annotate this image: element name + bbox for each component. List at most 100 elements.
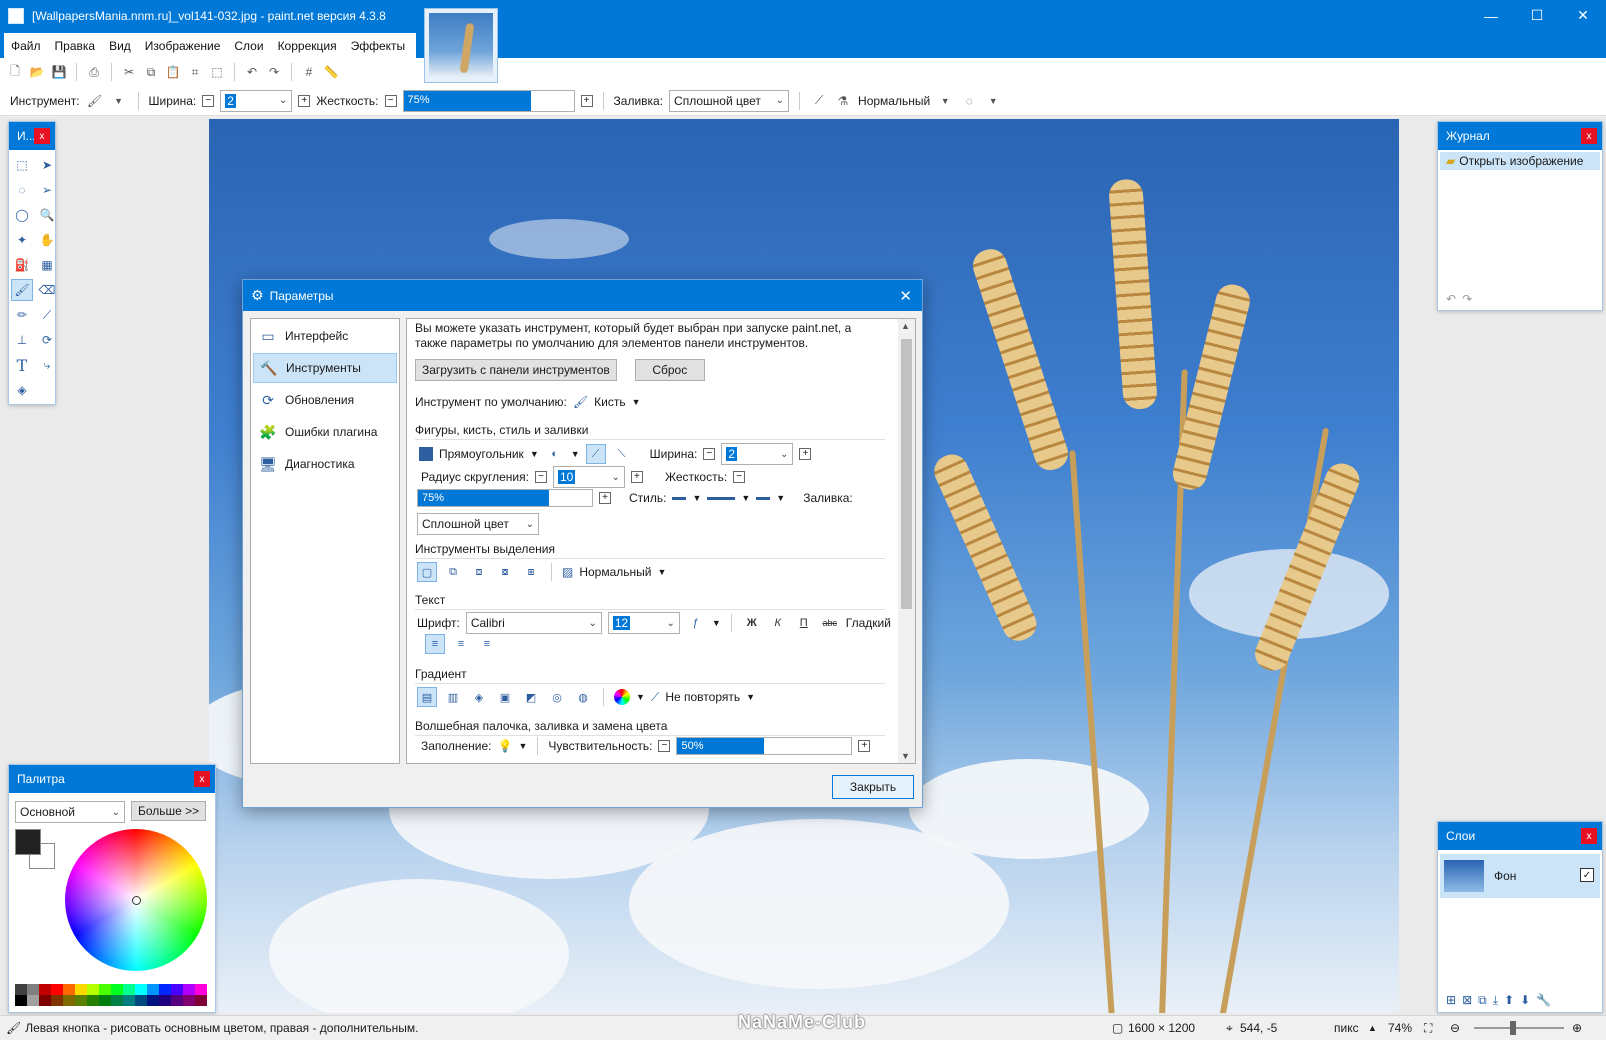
selection-exclude-icon[interactable]: ⧈ xyxy=(469,562,489,582)
shapes-icon[interactable]: ◈ xyxy=(11,379,33,401)
palette-swatch[interactable] xyxy=(51,995,63,1006)
move-layer-up-icon[interactable]: ⬆ xyxy=(1504,993,1514,1008)
underline-button[interactable]: П xyxy=(794,613,814,633)
cut-icon[interactable]: ✂ xyxy=(120,63,138,81)
menu-view[interactable]: Вид xyxy=(102,39,138,53)
blend-mode-icon[interactable]: ⚗ xyxy=(834,92,852,110)
paint-bucket-icon[interactable]: ⛽ xyxy=(11,254,33,276)
chevron-up-icon[interactable]: ▲ xyxy=(1368,1023,1377,1033)
selection-mode-value[interactable]: Нормальный xyxy=(579,565,651,579)
palette-swatch[interactable] xyxy=(51,984,63,995)
pan-icon[interactable]: ✋ xyxy=(36,229,58,251)
palette-swatch[interactable] xyxy=(183,984,195,995)
pencil-icon[interactable]: ✏ xyxy=(11,304,33,326)
menu-image[interactable]: Изображение xyxy=(138,39,228,53)
merge-layer-icon[interactable]: ⤓ xyxy=(1493,993,1498,1008)
delete-layer-icon[interactable]: ⊠ xyxy=(1462,993,1472,1008)
hardness-slider[interactable]: 75% xyxy=(417,489,593,507)
palette-swatch[interactable] xyxy=(87,984,99,995)
palette-swatch[interactable] xyxy=(171,995,183,1006)
primary-color-swatch[interactable] xyxy=(15,829,41,855)
gradient-diamond-icon[interactable]: ◈ xyxy=(469,687,489,707)
selection-invert-icon[interactable]: ⧆ xyxy=(521,562,541,582)
palette-swatch[interactable] xyxy=(159,984,171,995)
crop-icon[interactable]: ⌗ xyxy=(186,63,204,81)
undo-icon[interactable]: ↶ xyxy=(243,63,261,81)
line-curve-icon[interactable]: ⤷ xyxy=(36,354,58,376)
text-icon[interactable]: T xyxy=(11,354,33,376)
hardness-decrease-button[interactable]: − xyxy=(384,94,397,107)
palette-swatch[interactable] xyxy=(39,995,51,1006)
hardness-decrease-button[interactable]: − xyxy=(733,471,746,483)
palette-mode-combo[interactable]: Основной ⌄ xyxy=(15,801,125,823)
default-tool-value[interactable]: Кисть xyxy=(594,395,625,409)
close-icon[interactable]: x xyxy=(194,771,210,787)
paintbrush-icon[interactable]: 🖌 xyxy=(11,279,33,301)
antialiasing-on-icon[interactable]: ⟋ xyxy=(585,444,606,464)
menu-adjustments[interactable]: Коррекция xyxy=(271,39,344,53)
chevron-down-icon[interactable]: ▼ xyxy=(776,493,785,503)
selection-clipping-icon[interactable]: ◌ xyxy=(960,92,978,110)
dialog-header[interactable]: ⚙ Параметры ✕ xyxy=(243,280,922,311)
nav-tools[interactable]: 🔨 Инструменты xyxy=(253,353,397,383)
close-window-button[interactable]: ✕ xyxy=(1560,0,1606,31)
chevron-down-icon[interactable]: ▼ xyxy=(110,92,128,110)
menu-layers[interactable]: Слои xyxy=(227,39,270,53)
selection-intersect-icon[interactable]: ⧇ xyxy=(495,562,515,582)
hardness-slider[interactable]: 75% xyxy=(402,89,575,112)
close-icon[interactable]: x xyxy=(1581,128,1597,144)
close-icon[interactable]: x xyxy=(1581,828,1597,844)
line-style-icon[interactable] xyxy=(707,496,736,500)
palette-swatch[interactable] xyxy=(99,995,111,1006)
chevron-down-icon[interactable]: ▼ xyxy=(571,449,580,459)
deselect-icon[interactable]: ⬚ xyxy=(208,63,226,81)
layers-panel-header[interactable]: Слои x xyxy=(1438,822,1602,850)
chevron-down-icon[interactable]: ▼ xyxy=(518,741,527,751)
gradient-reflected-icon[interactable]: ▥ xyxy=(443,687,463,707)
chevron-down-icon[interactable]: ▼ xyxy=(741,493,750,503)
chevron-down-icon[interactable]: ▼ xyxy=(658,567,667,577)
rect-select-icon[interactable]: ⬚ xyxy=(11,154,33,176)
image-tab-thumbnail[interactable] xyxy=(424,8,498,83)
copy-icon[interactable]: ⧉ xyxy=(142,63,160,81)
antialiasing-icon[interactable]: ⟋ xyxy=(810,92,828,110)
width-increase-button[interactable]: + xyxy=(298,94,311,107)
print-icon[interactable]: ⎙ xyxy=(85,63,103,81)
palette-swatch[interactable] xyxy=(183,995,195,1006)
end-cap-icon[interactable] xyxy=(756,496,771,500)
gradient-linear-icon[interactable]: ▤ xyxy=(417,687,437,707)
load-from-toolbar-button[interactable]: Загрузить с панели инструментов xyxy=(415,359,617,381)
hardness-increase-button[interactable]: + xyxy=(599,492,611,504)
sensitivity-slider[interactable]: 50% xyxy=(676,737,853,755)
align-center-icon[interactable]: ≡ xyxy=(451,634,471,654)
ellipse-select-icon[interactable]: ◯ xyxy=(11,204,33,226)
scroll-up-icon[interactable]: ▲ xyxy=(901,321,910,331)
shape-draw-type-icon[interactable]: ◐ xyxy=(545,444,565,464)
palette-swatch[interactable] xyxy=(195,984,207,995)
palette-swatch[interactable] xyxy=(27,984,39,995)
palette-swatch[interactable] xyxy=(75,995,87,1006)
align-right-icon[interactable]: ≡ xyxy=(477,634,497,654)
save-icon[interactable]: 💾 xyxy=(50,63,68,81)
layer-row[interactable]: Фон ✓ xyxy=(1440,854,1600,898)
radius-decrease-button[interactable]: − xyxy=(534,471,547,483)
chevron-down-icon[interactable]: ▼ xyxy=(936,92,954,110)
zoom-to-window-icon[interactable]: ⛶ xyxy=(1424,1021,1432,1036)
lasso-icon[interactable]: ◌ xyxy=(11,179,33,201)
history-panel-header[interactable]: Журнал x xyxy=(1438,122,1602,150)
palette-swatch[interactable] xyxy=(39,984,51,995)
strikethrough-button[interactable]: abc xyxy=(820,613,840,633)
bold-button[interactable]: Ж xyxy=(742,613,762,633)
gradient-radial-icon[interactable]: ▣ xyxy=(495,687,515,707)
redo-icon[interactable]: ↷ xyxy=(1462,292,1472,306)
palette-panel-header[interactable]: Палитра x xyxy=(9,765,215,793)
chevron-down-icon[interactable]: ▼ xyxy=(530,449,539,459)
palette-swatch[interactable] xyxy=(147,995,159,1006)
menu-effects[interactable]: Эффекты xyxy=(344,39,413,53)
chevron-down-icon[interactable]: ▼ xyxy=(632,397,641,407)
zoom-level[interactable]: 74% xyxy=(1388,1021,1412,1035)
nav-plugin-errors[interactable]: 🧩 Ошибки плагина xyxy=(253,417,397,447)
minimize-button[interactable]: — xyxy=(1468,0,1514,31)
palette-swatch[interactable] xyxy=(111,995,123,1006)
gradient-spiral-cw-icon[interactable]: ◎ xyxy=(547,687,567,707)
